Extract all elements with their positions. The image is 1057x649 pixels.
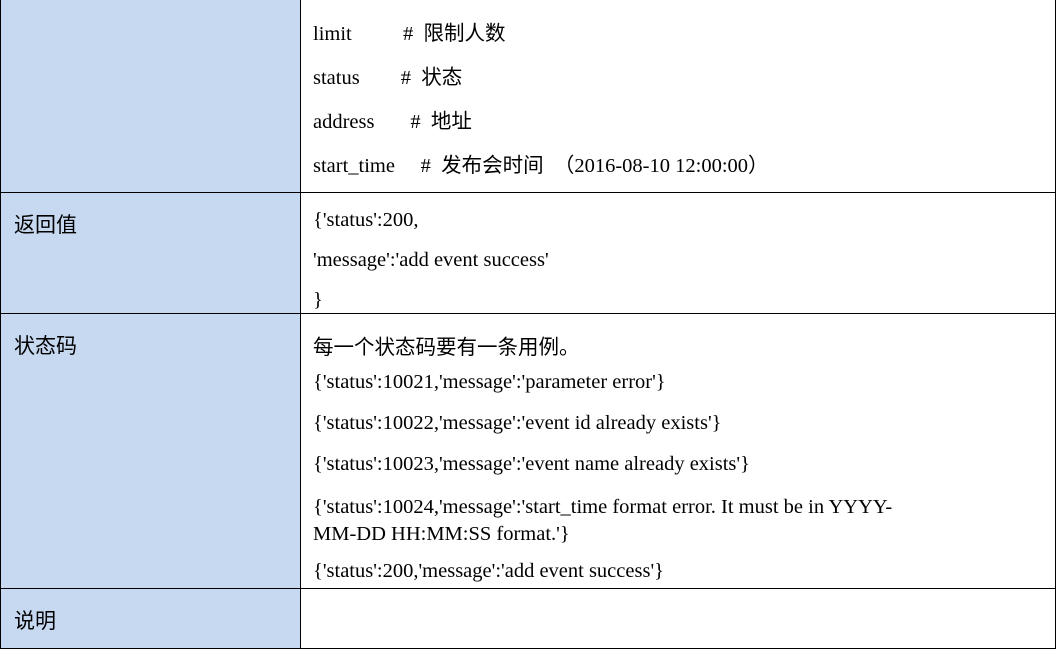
row-label: 返回值	[14, 213, 77, 237]
return-content-cell: {'status':200, 'message':'add event succ…	[300, 192, 1056, 314]
param-address: address # 地址	[313, 111, 472, 133]
api-doc-table: limit # 限制人数 status # 状态 address # 地址 st…	[0, 0, 1056, 649]
param-limit: limit # 限制人数	[313, 23, 506, 45]
description-row: 说明	[0, 588, 1056, 649]
status-code-item: {'status':10022,'message':'event id alre…	[313, 412, 722, 434]
params-content-cell: limit # 限制人数 status # 状态 address # 地址 st…	[300, 0, 1056, 193]
return-line: {'status':200,	[313, 209, 419, 231]
return-label-cell: 返回值	[0, 192, 301, 314]
status-code-item: {'status':10023,'message':'event name al…	[313, 453, 750, 475]
row-label: 说明	[14, 609, 56, 633]
status-code-note: 每一个状态码要有一条用例。	[313, 337, 580, 359]
return-row: 返回值 {'status':200, 'message':'add event …	[0, 192, 1056, 314]
status-code-item: {'status':10021,'message':'parameter err…	[313, 371, 666, 393]
param-status: status # 状态	[313, 67, 463, 89]
params-row: limit # 限制人数 status # 状态 address # 地址 st…	[0, 0, 1056, 193]
description-label-cell: 说明	[0, 588, 301, 649]
param-start-time: start_time # 发布会时间 （2016-08-10 12:00:00）	[313, 155, 769, 177]
status-code-row: 状态码 每一个状态码要有一条用例。 {'status':10021,'messa…	[0, 313, 1056, 589]
return-line: 'message':'add event success'	[313, 249, 549, 271]
return-line: }	[313, 289, 323, 311]
status-code-item: {'status':200,'message':'add event succe…	[313, 560, 664, 582]
description-content-cell	[300, 588, 1056, 649]
row-label: 状态码	[14, 334, 77, 358]
status-code-content-cell: 每一个状态码要有一条用例。 {'status':10021,'message':…	[300, 313, 1056, 589]
status-code-label-cell: 状态码	[0, 313, 301, 589]
params-label-cell	[0, 0, 301, 193]
status-code-item: {'status':10024,'message':'start_time fo…	[313, 496, 893, 545]
